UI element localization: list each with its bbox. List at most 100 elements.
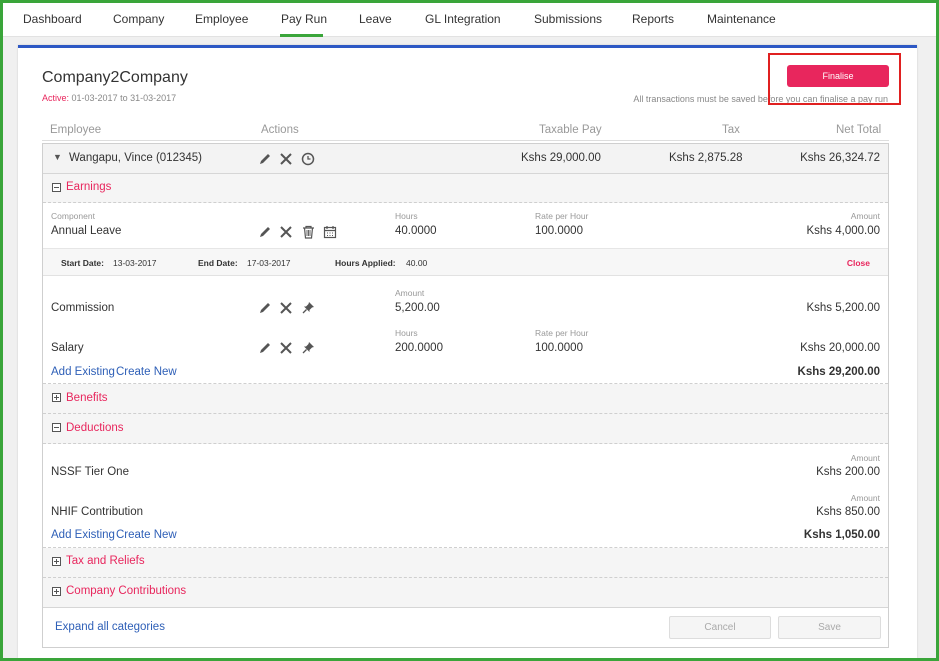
amount-label: Amount bbox=[395, 288, 425, 298]
salary-name: Salary bbox=[51, 342, 84, 354]
pin-icon[interactable] bbox=[302, 341, 315, 354]
cancel-button[interactable]: Cancel bbox=[669, 616, 771, 639]
column-header-taxable-pay: Taxable Pay bbox=[539, 124, 602, 136]
collapse-minus-icon[interactable] bbox=[52, 423, 61, 432]
commission-total: Kshs 5,200.00 bbox=[806, 302, 880, 314]
company-contributions-section-title: Company Contributions bbox=[66, 585, 187, 597]
deductions-create-new-link[interactable]: Create New bbox=[116, 529, 177, 541]
collapse-minus-icon[interactable] bbox=[52, 183, 61, 192]
edit-icon[interactable] bbox=[258, 301, 272, 315]
earnings-footer-row: Add Existing Create New Kshs 29,200.00 bbox=[43, 358, 888, 384]
nav-dashboard[interactable]: Dashboard bbox=[23, 12, 82, 26]
leave-detail-row: Start Date: 13-03-2017 End Date: 17-03-2… bbox=[43, 249, 888, 276]
edit-icon[interactable] bbox=[258, 225, 272, 239]
expand-plus-icon[interactable] bbox=[52, 393, 61, 402]
nhif-name: NHIF Contribution bbox=[51, 506, 144, 518]
deductions-add-existing-link[interactable]: Add Existing bbox=[51, 529, 115, 541]
amount-label: Amount bbox=[850, 453, 880, 463]
nssf-name: NSSF Tier One bbox=[51, 466, 129, 478]
tax-reliefs-section-title: Tax and Reliefs bbox=[66, 555, 145, 567]
employee-row[interactable]: ▼ Wangapu, Vince (012345) Kshs 29,000.00… bbox=[43, 144, 888, 174]
expand-all-link[interactable]: Expand all categories bbox=[55, 621, 165, 633]
delete-x-icon[interactable] bbox=[279, 225, 293, 239]
employee-taxable-pay: Kshs 29,000.00 bbox=[521, 152, 601, 164]
end-date-value: 17-03-2017 bbox=[247, 258, 291, 268]
save-button[interactable]: Save bbox=[778, 616, 881, 639]
expand-plus-icon[interactable] bbox=[52, 587, 61, 596]
benefits-section-title: Benefits bbox=[66, 392, 108, 404]
deductions-subtotal: Kshs 1,050.00 bbox=[803, 529, 880, 541]
benefits-section-header[interactable]: Benefits bbox=[43, 384, 888, 414]
salary-total: Kshs 20,000.00 bbox=[800, 342, 880, 354]
rate-label: Rate per Hour bbox=[535, 328, 589, 338]
expand-plus-icon[interactable] bbox=[52, 557, 61, 566]
pay-period-range: 01-03-2017 to 31-03-2017 bbox=[71, 93, 177, 103]
column-header-tax: Tax bbox=[722, 124, 740, 136]
pay-run-table: ▼ Wangapu, Vince (012345) Kshs 29,000.00… bbox=[42, 143, 889, 648]
rate-label: Rate per Hour bbox=[535, 211, 589, 221]
earning-row-salary: Salary Hours 200.0000 Rate per Hour 100.… bbox=[43, 318, 888, 358]
nav-submissions[interactable]: Submissions bbox=[534, 12, 602, 26]
nav-employee[interactable]: Employee bbox=[195, 12, 248, 26]
pin-icon[interactable] bbox=[302, 301, 315, 314]
column-header-actions: Actions bbox=[261, 124, 299, 136]
nhif-amount: Kshs 850.00 bbox=[816, 506, 880, 518]
annual-leave-amount: Kshs 4,000.00 bbox=[806, 225, 880, 237]
nav-leave[interactable]: Leave bbox=[359, 12, 392, 26]
column-header-employee: Employee bbox=[50, 124, 102, 136]
commission-name: Commission bbox=[51, 302, 115, 314]
employee-tax: Kshs 2,875.28 bbox=[669, 152, 743, 164]
column-header-net-total: Net Total bbox=[836, 124, 882, 136]
nav-reports[interactable]: Reports bbox=[632, 12, 674, 26]
amount-label: Amount bbox=[850, 493, 880, 503]
trash-icon[interactable] bbox=[302, 225, 315, 239]
calendar-icon[interactable] bbox=[323, 225, 337, 239]
annual-leave-rate: 100.0000 bbox=[535, 225, 583, 237]
top-navigation: Dashboard Company Employee Pay Run Leave… bbox=[3, 3, 936, 37]
earnings-create-new-link[interactable]: Create New bbox=[116, 366, 177, 378]
nav-maintenance[interactable]: Maintenance bbox=[707, 12, 776, 26]
collapse-caret-icon[interactable]: ▼ bbox=[53, 152, 62, 162]
finalise-highlight-box bbox=[768, 53, 901, 105]
earnings-subtotal: Kshs 29,200.00 bbox=[797, 366, 880, 378]
hours-applied-label: Hours Applied: bbox=[335, 258, 396, 268]
earnings-section-title: Earnings bbox=[66, 181, 112, 193]
employee-name: Wangapu, Vince (012345) bbox=[69, 152, 202, 164]
end-date-label: End Date: bbox=[198, 258, 238, 268]
hours-applied-value: 40.00 bbox=[406, 258, 428, 268]
amount-label: Amount bbox=[850, 211, 880, 221]
deductions-section-title: Deductions bbox=[66, 422, 124, 434]
hours-label: Hours bbox=[395, 211, 418, 221]
nssf-amount: Kshs 200.00 bbox=[816, 466, 880, 478]
earnings-add-existing-link[interactable]: Add Existing bbox=[51, 366, 115, 378]
hours-label: Hours bbox=[395, 328, 418, 338]
company-contributions-section-header[interactable]: Company Contributions bbox=[43, 578, 888, 608]
delete-x-icon[interactable] bbox=[279, 152, 293, 166]
deduction-row-nssf: NSSF Tier One Amount Kshs 200.00 bbox=[43, 444, 888, 484]
deduction-row-nhif: NHIF Contribution Amount Kshs 850.00 bbox=[43, 484, 888, 524]
edit-icon[interactable] bbox=[258, 152, 272, 166]
page-title: Company2Company bbox=[42, 69, 188, 86]
annual-leave-hours: 40.0000 bbox=[395, 225, 437, 237]
tax-reliefs-section-header[interactable]: Tax and Reliefs bbox=[43, 548, 888, 578]
salary-hours: 200.0000 bbox=[395, 342, 443, 354]
start-date-value: 13-03-2017 bbox=[113, 258, 157, 268]
earnings-section-header[interactable]: Earnings bbox=[43, 174, 888, 203]
salary-rate: 100.0000 bbox=[535, 342, 583, 354]
employee-net-total: Kshs 26,324.72 bbox=[800, 152, 880, 164]
start-date-label: Start Date: bbox=[61, 258, 104, 268]
nav-company[interactable]: Company bbox=[113, 12, 164, 26]
nav-gl-integration[interactable]: GL Integration bbox=[425, 12, 501, 26]
delete-x-icon[interactable] bbox=[279, 341, 293, 355]
close-link[interactable]: Close bbox=[847, 258, 870, 268]
nav-pay-run[interactable]: Pay Run bbox=[281, 12, 327, 26]
delete-x-icon[interactable] bbox=[279, 301, 293, 315]
commission-amount-input[interactable]: 5,200.00 bbox=[395, 302, 440, 314]
deductions-section-header[interactable]: Deductions bbox=[43, 414, 888, 444]
deductions-footer-row: Add Existing Create New Kshs 1,050.00 bbox=[43, 524, 888, 548]
earning-row-commission: Commission Amount 5,200.00 Kshs 5,200.00 bbox=[43, 276, 888, 318]
header-divider bbox=[42, 140, 889, 141]
clock-icon[interactable] bbox=[301, 152, 315, 166]
edit-icon[interactable] bbox=[258, 341, 272, 355]
earning-row-annual-leave: Component Annual Leave Hours 40.0000 Rat… bbox=[43, 203, 888, 249]
